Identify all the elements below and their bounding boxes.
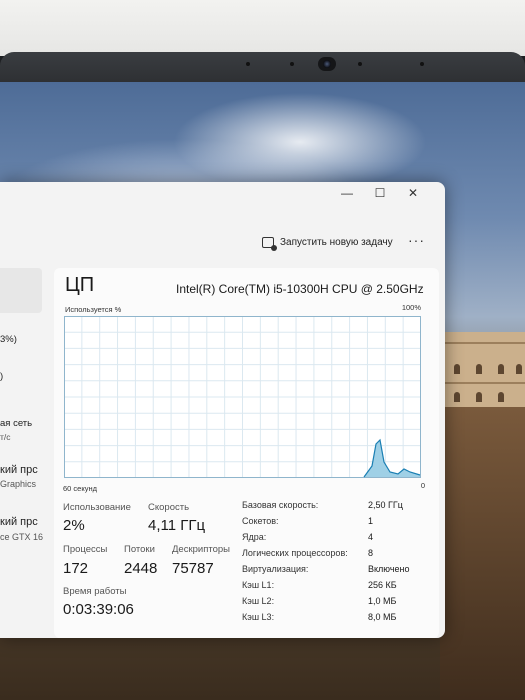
l2-cache-value: 1,0 МБ	[368, 596, 397, 606]
close-button[interactable]: ✕	[398, 184, 428, 202]
sensor-dot	[246, 62, 250, 66]
threads-value: 2448	[124, 560, 158, 577]
l3-cache-value: 8,0 МБ	[368, 612, 397, 622]
sockets-value: 1	[368, 516, 374, 526]
more-options-button[interactable]: ···	[408, 232, 425, 248]
run-new-task-label: Запустить новую задачу	[280, 236, 393, 248]
handles-value: 75787	[172, 560, 214, 577]
building-window	[476, 392, 482, 402]
building-window	[516, 364, 522, 374]
l1-cache-value: 256 КБ	[368, 580, 397, 590]
sidebar-item-gpu1-sub: ce GTX 16	[0, 532, 44, 542]
processes-value: 172	[63, 560, 89, 577]
base-speed-value: 2,50 ГГц	[368, 500, 403, 510]
webcam	[318, 57, 336, 71]
sidebar-item-network-sub: т/с	[0, 432, 11, 442]
sensor-dot	[290, 62, 294, 66]
cpu-performance-panel: ЦП Intel(R) Core(TM) i5-10300H CPU @ 2.5…	[54, 268, 439, 638]
cpu-title: ЦП	[65, 274, 95, 296]
photo-background-wall	[0, 0, 525, 56]
wallpaper-cliff	[440, 407, 525, 700]
sidebar-item-gpu0[interactable]: кий прс	[0, 464, 38, 476]
building-ledge	[436, 342, 525, 344]
uptime-value: 0:03:39:06	[63, 601, 134, 618]
graph-time-label: 60 секунд	[63, 484, 97, 493]
run-new-task-button[interactable]: Запустить новую задачу	[262, 233, 393, 251]
sidebar-item-network[interactable]: ая сеть	[0, 418, 32, 429]
sidebar-item-gpu0-sub: Graphics	[0, 479, 37, 489]
handles-label: Дескрипторы	[172, 544, 230, 555]
l3-cache-label: Кэш L3:	[242, 612, 275, 622]
building-ledge	[436, 382, 525, 384]
sockets-label: Сокетов:	[242, 516, 279, 526]
virtualization-label: Виртуализация:	[242, 564, 309, 574]
speed-label: Скорость	[148, 502, 190, 513]
building-window	[498, 392, 504, 402]
utilization-value: 2%	[63, 517, 85, 534]
sidebar-item-disk[interactable]: )	[0, 371, 3, 382]
toolbar: Запустить новую задачу ···	[0, 226, 445, 254]
threads-label: Потоки	[124, 544, 155, 555]
processes-label: Процессы	[63, 544, 108, 555]
performance-sidebar: 3%) ) ая сеть т/с кий прс Graphics кий п…	[0, 268, 48, 638]
building-window	[454, 364, 460, 374]
building-window	[498, 364, 504, 374]
minimize-button[interactable]: —	[332, 184, 362, 202]
virtualization-value: Включено	[368, 564, 410, 574]
sidebar-item-memory[interactable]: 3%)	[0, 334, 17, 345]
l2-cache-label: Кэш L2:	[242, 596, 275, 606]
webcam-lens	[323, 60, 331, 68]
building-window	[476, 364, 482, 374]
sidebar-item-cpu[interactable]	[0, 268, 42, 313]
run-task-icon	[262, 236, 277, 251]
wallpaper-town	[436, 332, 525, 412]
cpu-usage-graph	[64, 316, 421, 478]
utilization-label: Использование	[63, 502, 131, 513]
task-manager-window: — ☐ ✕ Запустить новую задачу ··· 3%) ) а…	[0, 182, 445, 638]
graph-max-label: 100%	[401, 303, 421, 312]
sensor-dot	[420, 62, 424, 66]
cores-label: Ядра:	[242, 532, 267, 542]
maximize-button[interactable]: ☐	[365, 184, 395, 202]
logical-processors-label: Логических процессоров:	[242, 548, 348, 558]
l1-cache-label: Кэш L1:	[242, 580, 275, 590]
sensor-dot	[358, 62, 362, 66]
speed-value: 4,11 ГГц	[148, 517, 206, 534]
logical-processors-value: 8	[368, 548, 374, 558]
graph-min-label: 0	[420, 481, 425, 490]
uptime-label: Время работы	[63, 586, 127, 597]
building-window	[454, 392, 460, 402]
cores-value: 4	[368, 532, 374, 542]
base-speed-label: Базовая скорость:	[242, 500, 319, 510]
title-bar[interactable]: — ☐ ✕	[0, 182, 445, 204]
cpu-model: Intel(R) Core(TM) i5-10300H CPU @ 2.50GH…	[176, 282, 424, 296]
sidebar-item-gpu1[interactable]: кий прс	[0, 516, 38, 528]
graph-utilization-label: Используется %	[65, 305, 122, 314]
